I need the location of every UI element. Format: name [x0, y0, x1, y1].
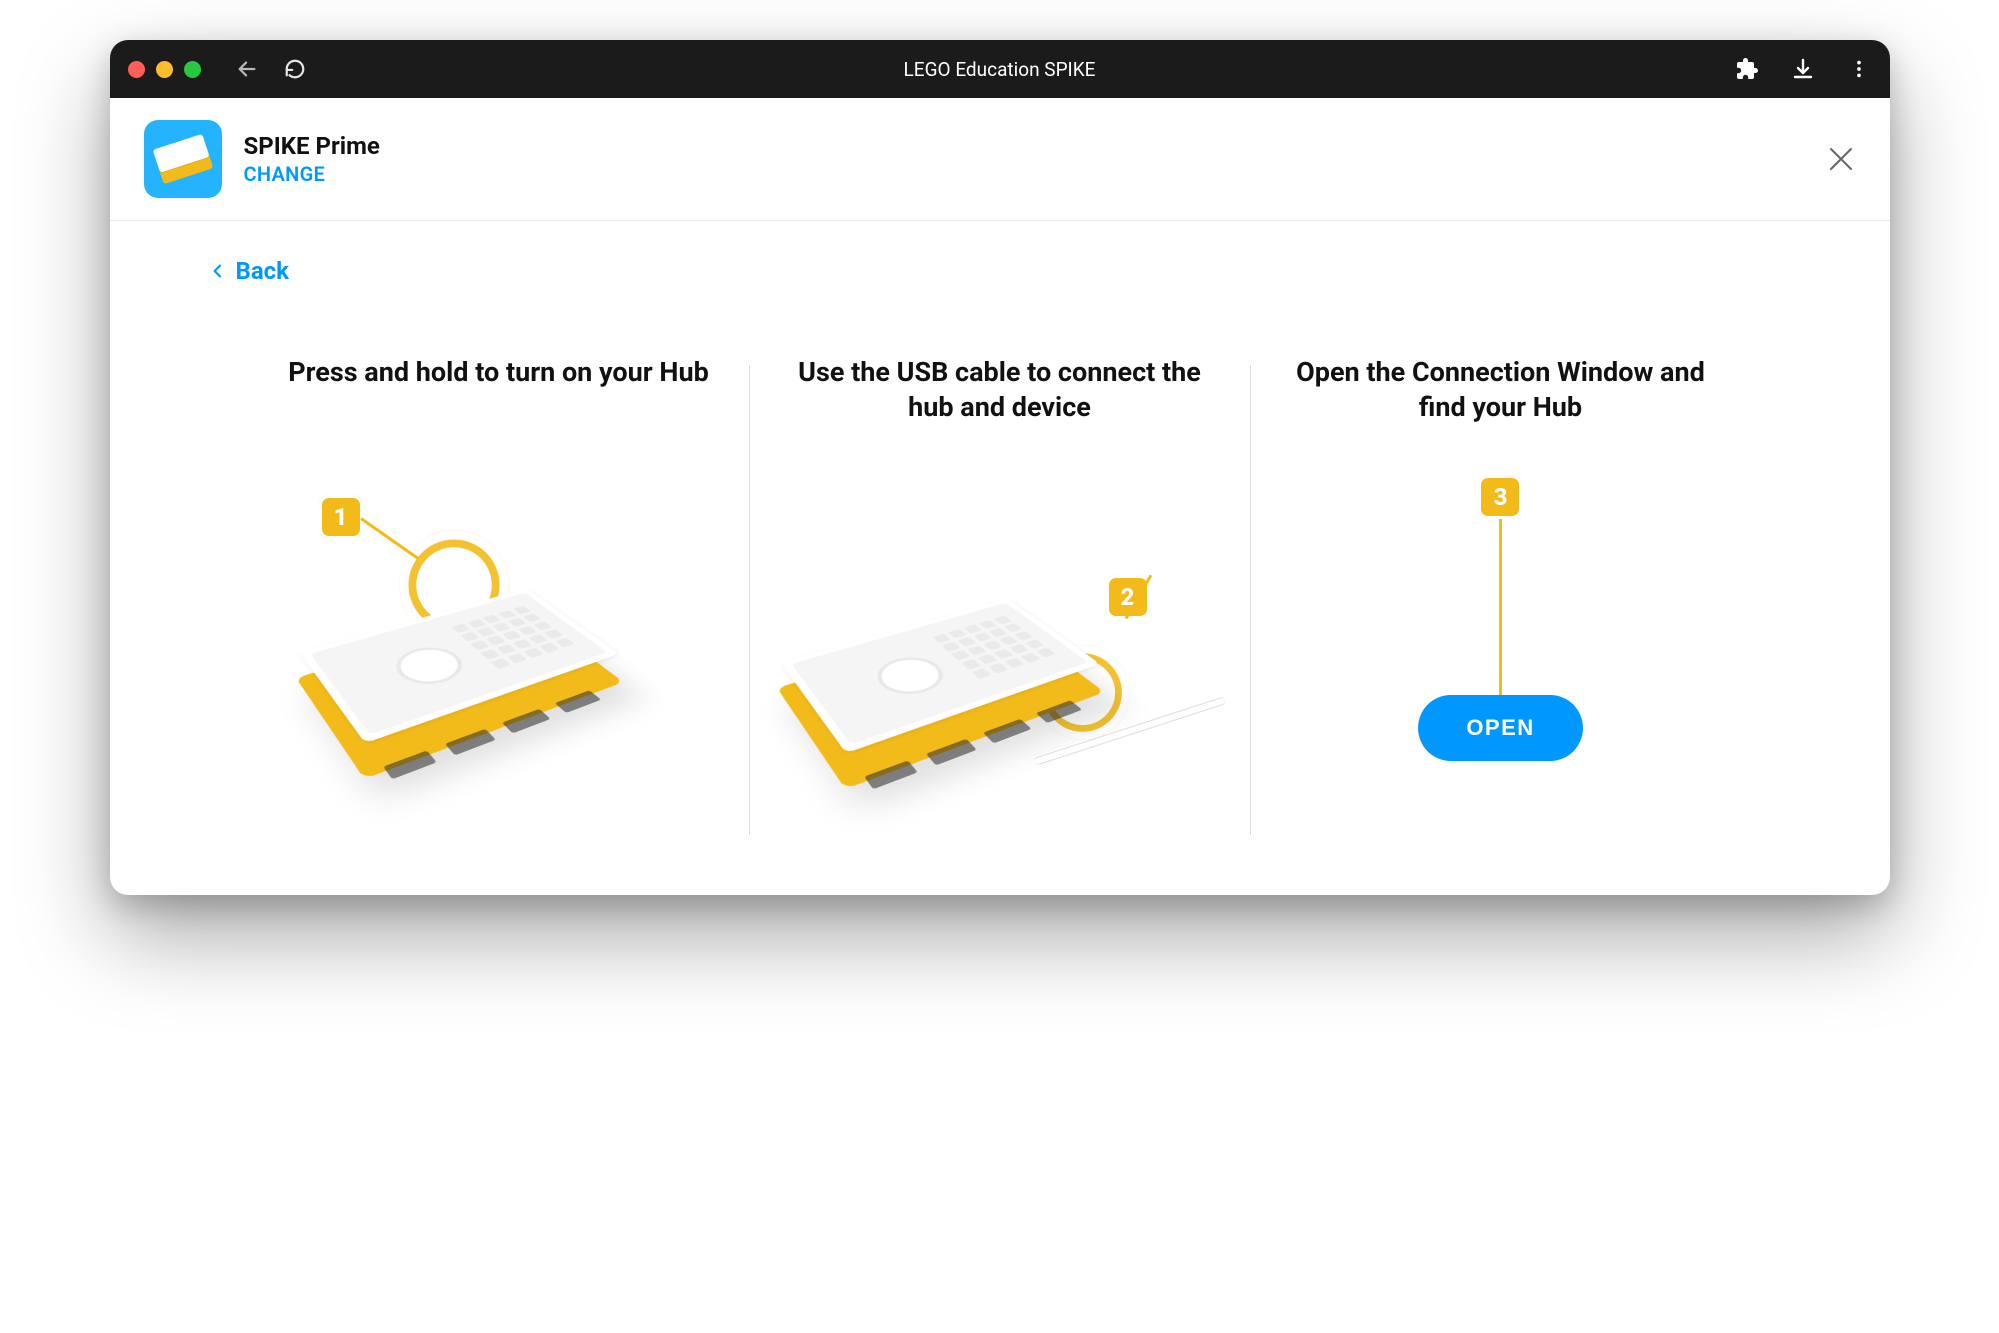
chevron-left-icon — [210, 259, 226, 283]
step-2-title: Use the USB cable to connect the hub and… — [780, 355, 1220, 465]
step-3-connector-line — [1499, 519, 1502, 699]
open-connection-button[interactable]: OPEN — [1418, 695, 1582, 761]
step-3-title: Open the Connection Window and find your… — [1281, 355, 1721, 465]
product-header: SPIKE Prime CHANGE — [110, 98, 1890, 221]
page-content: Back Press and hold to turn on your Hub … — [110, 221, 1890, 895]
hub-illustration-2 — [776, 619, 1103, 789]
nav-reload-button[interactable] — [283, 57, 307, 81]
step-3: Open the Connection Window and find your… — [1251, 355, 1751, 835]
product-icon — [144, 120, 222, 198]
nav-back-button[interactable] — [235, 57, 259, 81]
close-button[interactable] — [1826, 144, 1856, 174]
extensions-icon[interactable] — [1734, 56, 1760, 82]
step-2-illustration: 2 — [780, 475, 1220, 795]
step-1-illustration: 1 — [279, 475, 719, 795]
hub-illustration — [295, 609, 622, 779]
step-2: Use the USB cable to connect the hub and… — [750, 355, 1250, 835]
product-name: SPIKE Prime — [244, 132, 380, 160]
hub-mini-icon — [152, 134, 213, 184]
step-1-badge: 1 — [319, 495, 363, 539]
download-icon[interactable] — [1790, 56, 1816, 82]
titlebar: LEGO Education SPIKE — [110, 40, 1890, 98]
back-button[interactable]: Back — [190, 221, 1810, 315]
back-label: Back — [236, 257, 289, 285]
window-minimize-button[interactable] — [156, 61, 173, 78]
app-window: LEGO Education SPIKE SPIKE Prime CHANGE — [110, 40, 1890, 895]
window-zoom-button[interactable] — [184, 61, 201, 78]
step-1-title: Press and hold to turn on your Hub — [288, 355, 709, 465]
more-menu-icon[interactable] — [1846, 56, 1872, 82]
step-3-badge: 3 — [1478, 475, 1522, 519]
window-close-button[interactable] — [128, 61, 145, 78]
window-controls-group — [128, 61, 201, 78]
steps-row: Press and hold to turn on your Hub 1 — [190, 355, 1810, 835]
step-3-illustration: 3 OPEN — [1418, 475, 1582, 761]
titlebar-right-controls — [1734, 56, 1872, 82]
product-header-text: SPIKE Prime CHANGE — [244, 132, 380, 186]
step-1: Press and hold to turn on your Hub 1 — [249, 355, 749, 835]
nav-controls — [235, 57, 307, 81]
window-title: LEGO Education SPIKE — [904, 58, 1096, 81]
change-product-link[interactable]: CHANGE — [244, 162, 380, 186]
